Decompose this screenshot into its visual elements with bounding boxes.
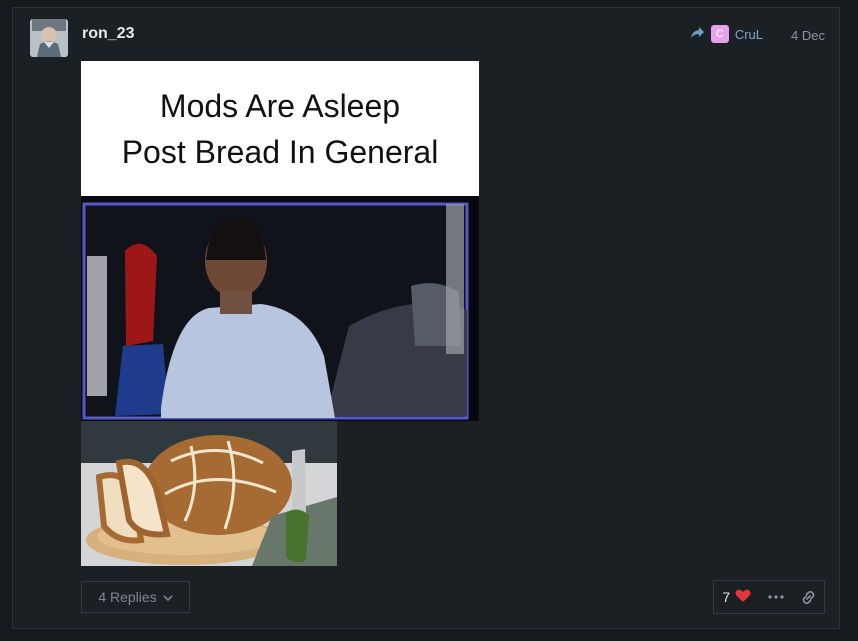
bread-image[interactable] [81, 421, 337, 566]
meme-image[interactable]: Mods Are Asleep Post Bread In General [81, 61, 479, 421]
post-date[interactable]: 4 Dec [791, 28, 825, 43]
reply-to-avatar: C [710, 25, 729, 43]
post-actions: 7 [713, 580, 825, 614]
meme-line-1: Mods Are Asleep [159, 87, 401, 124]
meme-caption: Mods Are Asleep Post Bread In General [81, 61, 479, 196]
forum-post: ron_23 C CruL 4 Dec Mods Are Asleep Post… [12, 7, 840, 629]
replies-label: 4 Replies [98, 589, 157, 605]
like-count: 7 [722, 589, 731, 605]
replies-button[interactable]: 4 Replies [81, 581, 190, 613]
chevron-down-icon [163, 589, 173, 605]
user-avatar[interactable] [30, 19, 68, 57]
like-button[interactable]: 7 [722, 589, 751, 606]
meme-line-2: Post Bread In General [121, 133, 439, 170]
link-icon[interactable] [801, 590, 816, 605]
reply-to-username[interactable]: CruL [735, 27, 763, 42]
avatar-image [30, 19, 68, 57]
bread-photo [81, 421, 337, 566]
heart-icon [735, 589, 751, 606]
share-arrow-icon [690, 26, 705, 42]
ellipsis-icon[interactable] [768, 595, 784, 599]
reply-to[interactable]: C CruL [690, 25, 763, 43]
meme-video-still [81, 196, 479, 421]
username[interactable]: ron_23 [82, 25, 134, 43]
